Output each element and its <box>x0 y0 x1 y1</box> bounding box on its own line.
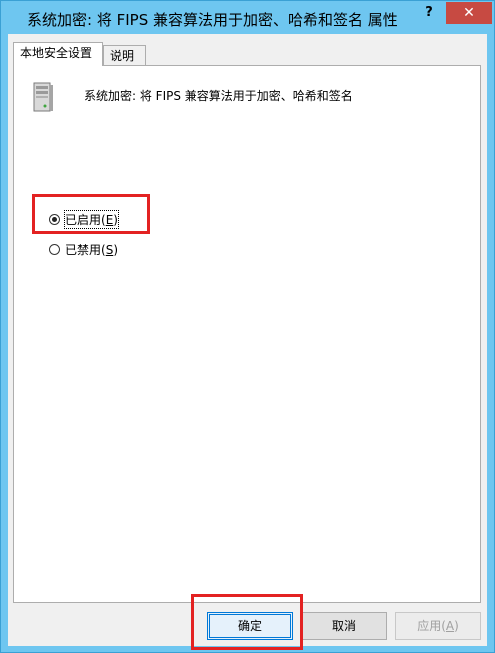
title-bar[interactable]: 系统加密: 将 FIPS 兼容算法用于加密、哈希和签名 属性 ? ✕ <box>1 1 494 35</box>
highlight-box-ok <box>191 594 303 650</box>
local-security-setting-panel: 系统加密: 将 FIPS 兼容算法用于加密、哈希和签名 已启用(E) 已禁用(S… <box>13 65 481 603</box>
highlight-box-enabled <box>32 194 150 234</box>
server-computer-icon <box>33 82 53 112</box>
cancel-button[interactable]: 取消 <box>301 612 387 640</box>
disabled-label[interactable]: 已禁用(S) <box>65 241 118 258</box>
apply-button[interactable]: 应用(A) <box>395 612 481 640</box>
help-button[interactable]: ? <box>414 2 444 24</box>
tab-local-security-setting[interactable]: 本地安全设置 <box>13 42 103 66</box>
tab-explain[interactable]: 说明 <box>103 45 146 66</box>
disabled-radio[interactable] <box>49 244 60 255</box>
properties-dialog: 系统加密: 将 FIPS 兼容算法用于加密、哈希和签名 属性 ? ✕ 本地安全设… <box>0 0 495 653</box>
disabled-option[interactable]: 已禁用(S) <box>49 241 118 258</box>
close-button[interactable]: ✕ <box>446 2 492 24</box>
policy-title: 系统加密: 将 FIPS 兼容算法用于加密、哈希和签名 <box>84 89 353 103</box>
window-title: 系统加密: 将 FIPS 兼容算法用于加密、哈希和签名 属性 <box>27 11 398 29</box>
dialog-client-area: 本地安全设置 说明 系统加密: 将 FIPS 兼容算法用于加密、哈希和签名 已启… <box>8 34 487 650</box>
